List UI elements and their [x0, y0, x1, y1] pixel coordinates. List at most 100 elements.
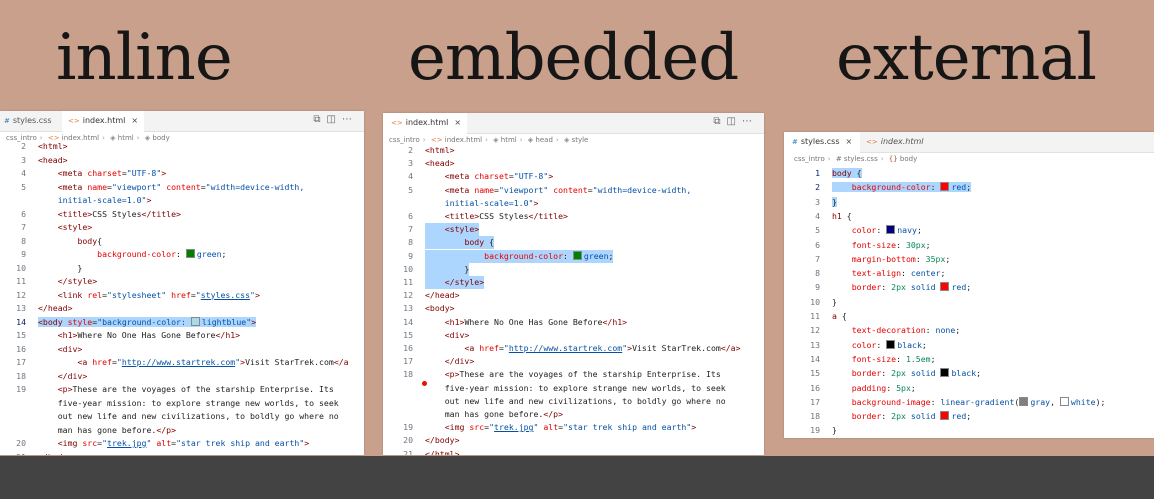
code-line[interactable]: 15 <div> — [383, 329, 764, 342]
code-line[interactable]: 5 <meta name="viewport" content="width=d… — [0, 181, 364, 194]
code-line[interactable]: man has gone before.</p> — [383, 408, 764, 421]
code-line[interactable]: 6 <title>CSS Styles</title> — [383, 210, 764, 223]
code-line[interactable]: initial-scale=1.0"> — [0, 194, 364, 207]
compare-icon[interactable]: ⧉ — [713, 116, 726, 127]
code-line[interactable]: 12 <link rel="stylesheet" href="styles.c… — [0, 289, 364, 302]
tab-index-html[interactable]: <> index.html — [862, 132, 936, 152]
crumb-folder[interactable]: css_intro — [794, 155, 825, 163]
code-line[interactable]: 2 background-color: red; — [784, 181, 1154, 194]
line-number: 7 — [408, 224, 413, 235]
code-line[interactable]: 13 </head> — [0, 302, 364, 315]
code-line[interactable]: 5 color: navy; — [784, 224, 1154, 237]
code-line[interactable]: 7 <style> — [383, 223, 764, 237]
code-line[interactable]: 21 </html> — [383, 448, 764, 455]
code-text: body{ — [77, 235, 103, 246]
crumb-html[interactable]: html — [501, 136, 517, 144]
code-line[interactable]: 2 <html> — [383, 144, 764, 157]
code-line[interactable]: 4 h1 { — [784, 210, 1154, 223]
line-number: 13 — [403, 303, 413, 314]
line-number: 13 — [16, 303, 26, 313]
code-text: <img src="trek.jpg" alt="star trek ship … — [57, 438, 310, 448]
code-line[interactable]: 12 text-decoration: none; — [784, 324, 1154, 337]
code-line[interactable]: 10 } — [383, 262, 764, 276]
code-line[interactable]: 16 <a href="http://www.startrek.com">Vis… — [383, 342, 764, 355]
code-line[interactable]: 1 body { — [784, 167, 1154, 180]
line-number: 4 — [21, 168, 26, 178]
code-line[interactable]: 11 </style> — [0, 275, 364, 288]
code-line[interactable]: 7 <style> — [0, 221, 364, 234]
code-line[interactable]: 4 <meta charset="UTF-8"> — [0, 167, 364, 180]
line-number: 21 — [403, 448, 413, 455]
crumb-style[interactable]: style — [572, 136, 589, 144]
code-line[interactable]: 19} — [784, 424, 1154, 437]
close-icon[interactable]: × — [454, 118, 461, 127]
split-editor-icon[interactable]: ◫ — [727, 116, 742, 127]
crumb-file[interactable]: index.html — [445, 136, 482, 144]
code-line[interactable]: 5 <meta name="viewport" content="width=d… — [383, 184, 764, 197]
code-line[interactable]: 16 <div> — [0, 343, 364, 356]
crumb-file[interactable]: # styles.css — [836, 155, 878, 163]
code-line[interactable]: five-year mission: to explore strange ne… — [383, 382, 764, 395]
crumb-head[interactable]: head — [535, 136, 552, 144]
more-icon[interactable]: ⋯ — [342, 114, 358, 125]
code-line[interactable]: 3 <head> — [383, 157, 764, 170]
tab-index-html[interactable]: <> index.html × — [383, 113, 467, 134]
code-line[interactable]: 8 body { — [383, 236, 764, 250]
code-line[interactable]: 18 <p>These are the voyages of the stars… — [383, 368, 764, 381]
split-editor-icon[interactable]: ◫ — [327, 114, 342, 125]
code-line[interactable]: 14 <body style="background-color: lightbl… — [0, 316, 364, 329]
code-line[interactable]: 17 <a href="http://www.startrek.com">Vis… — [0, 356, 364, 369]
code-line[interactable]: 10 } — [0, 262, 364, 275]
code-line[interactable]: 11 a { — [784, 310, 1154, 323]
code-line[interactable]: 2 <html> — [0, 140, 364, 153]
code-line[interactable]: 13 color: black; — [784, 339, 1154, 352]
code-line[interactable]: out new life and new civilizations, to b… — [383, 395, 764, 408]
code-line[interactable]: 13 <body> — [383, 302, 764, 315]
code-line[interactable]: 3 <head> — [0, 154, 364, 167]
code-line[interactable]: 17 </div> — [383, 355, 764, 368]
code-line[interactable]: five-year mission: to explore strange ne… — [0, 397, 364, 410]
code-line[interactable]: 9 background-color: green; — [0, 248, 364, 261]
code-line[interactable]: initial-scale=1.0"> — [383, 197, 764, 210]
code-line[interactable]: 6 font-size: 30px; — [784, 239, 1154, 252]
code-line[interactable]: 16 padding: 5px; — [784, 382, 1154, 395]
editor-actions: ⧉◫⋯ — [313, 114, 358, 125]
code-line[interactable]: 18 </div> — [0, 370, 364, 383]
code-line[interactable]: 6 <title>CSS Styles</title> — [0, 208, 364, 221]
code-line[interactable]: 8 body{ — [0, 235, 364, 248]
code-line[interactable]: 9 border: 2px solid red; — [784, 281, 1154, 294]
code-line[interactable]: out new life and new civilizations, to b… — [0, 410, 364, 423]
code-line[interactable]: 19 <p>These are the voyages of the stars… — [0, 383, 364, 396]
line-number: 16 — [403, 343, 413, 353]
close-icon[interactable]: × — [846, 137, 853, 146]
code-line[interactable]: 20 <img src="trek.jpg" alt="star trek sh… — [0, 437, 364, 450]
code-line[interactable]: man has gone before.</p> — [0, 424, 364, 437]
tab-styles-css[interactable]: # styles.css × — [784, 132, 860, 153]
code-line[interactable]: 19 <img src="trek.jpg" alt="star trek sh… — [383, 421, 764, 434]
crumb-folder[interactable]: css_intro — [389, 136, 420, 144]
code-line[interactable]: 17 background-image: linear-gradient(gra… — [784, 396, 1154, 409]
code-line[interactable]: 15 border: 2px solid black; — [784, 367, 1154, 380]
code-line[interactable]: 14 <h1>Where No One Has Gone Before</h1> — [383, 316, 764, 329]
code-line[interactable]: 4 <meta charset="UTF-8"> — [383, 170, 764, 183]
code-line[interactable]: 15 <h1>Where No One Has Gone Before</h1> — [0, 329, 364, 342]
code-text: font-size: 1.5em; — [851, 353, 936, 364]
code-line[interactable]: 7 margin-bottom: 35px; — [784, 253, 1154, 266]
crumb-body[interactable]: body — [900, 155, 917, 163]
code-line[interactable]: 9 background-color: green; — [383, 249, 764, 263]
more-icon[interactable]: ⋯ — [742, 116, 758, 127]
tab-styles-css[interactable]: # styles.css — [0, 111, 62, 131]
code-line[interactable]: 10} — [784, 296, 1154, 309]
code-line[interactable]: 18 border: 2px solid red; — [784, 410, 1154, 423]
code-line[interactable]: 11 </style> — [383, 276, 764, 289]
close-icon[interactable]: × — [131, 116, 138, 125]
code-line[interactable]: 8 text-align: center; — [784, 267, 1154, 280]
code-line[interactable]: 20 </body> — [383, 434, 764, 447]
code-line[interactable]: 21 </body> — [0, 451, 364, 456]
code-line[interactable]: 3} — [784, 196, 1154, 209]
tab-index-html[interactable]: <> index.html × — [62, 111, 144, 132]
compare-icon[interactable]: ⧉ — [313, 114, 326, 125]
code-line[interactable]: 14 font-size: 1.5em; — [784, 353, 1154, 366]
breakpoint-icon[interactable] — [422, 381, 427, 386]
code-line[interactable]: 12 </head> — [383, 289, 764, 302]
